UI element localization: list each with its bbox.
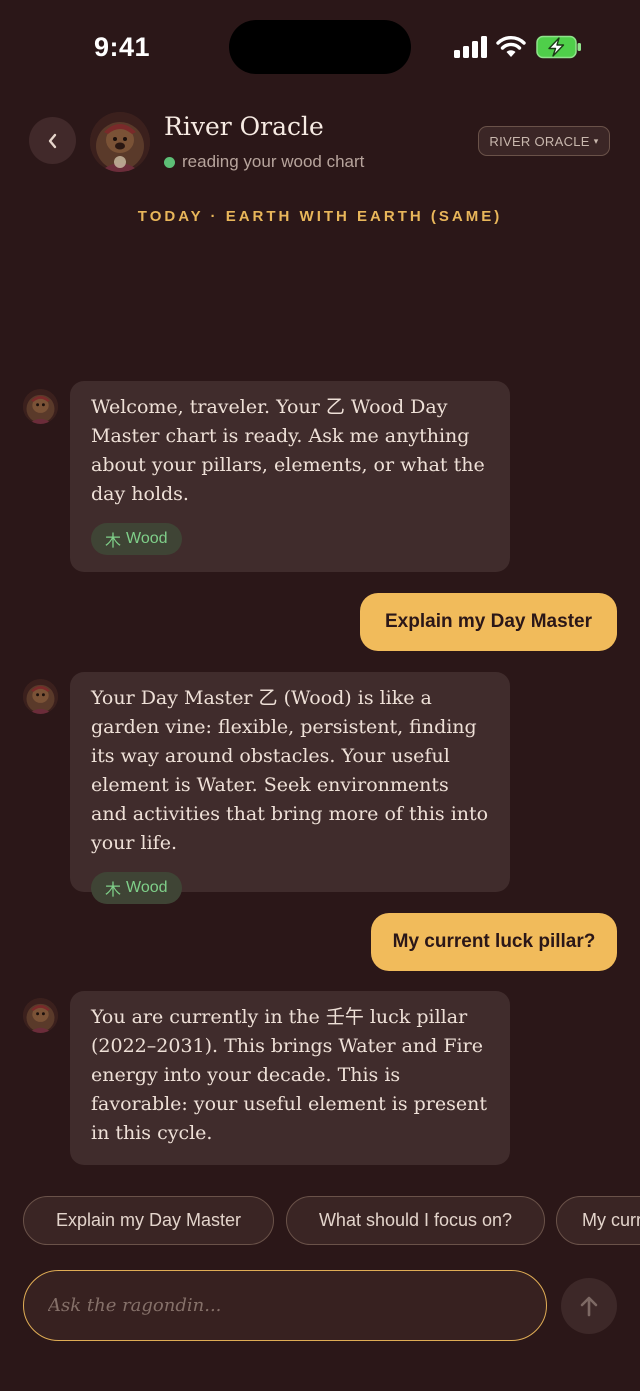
bot-message: You are currently in the 壬午 luck pillar … <box>70 991 510 1165</box>
status-time: 9:41 <box>94 32 151 62</box>
message-input[interactable] <box>23 1270 547 1341</box>
ragondin-portrait-icon <box>90 112 150 172</box>
bot-message: Welcome, traveler. Your 乙 Wood Day Maste… <box>70 381 510 572</box>
element-tag-wood: 木 Wood <box>91 523 182 555</box>
message-avatar <box>23 679 58 714</box>
online-status-dot <box>164 157 175 168</box>
dynamic-island <box>229 20 411 74</box>
arrow-up-icon <box>580 1296 598 1317</box>
chevron-left-icon <box>48 133 56 148</box>
signal-icon <box>454 36 488 58</box>
oracle-status: reading your wood chart <box>182 152 365 171</box>
send-button[interactable] <box>561 1278 617 1334</box>
oracle-name: River Oracle <box>164 112 324 141</box>
message-avatar <box>23 998 58 1033</box>
dropdown-caret-icon: ▾ <box>593 135 599 146</box>
message-text: Your Day Master 乙 (Wood) is like a garde… <box>91 687 489 854</box>
element-tag-label: Wood <box>126 530 168 547</box>
suggestion-chips: Explain my Day Master What should I focu… <box>0 1196 640 1246</box>
user-message: Explain my Day Master <box>360 593 617 651</box>
message-text: You are currently in the 壬午 luck pillar … <box>91 1006 487 1144</box>
battery-charging-icon <box>536 35 581 59</box>
status-bar: 9:41 <box>0 0 640 95</box>
ragondin-portrait-icon <box>23 998 58 1033</box>
ragondin-portrait-icon <box>23 679 58 714</box>
suggestion-chip[interactable]: My current luck pillar? <box>556 1196 640 1245</box>
ragondin-portrait-icon <box>23 389 58 424</box>
wood-glyph: 木 <box>105 533 122 550</box>
bot-message: Your Day Master 乙 (Wood) is like a garde… <box>70 672 510 904</box>
persona-label: RIVER ORACLE <box>489 133 590 149</box>
message-text: Welcome, traveler. Your 乙 Wood Day Maste… <box>91 396 485 505</box>
wifi-icon <box>496 36 526 57</box>
oracle-avatar <box>90 112 150 172</box>
back-button[interactable] <box>29 117 76 164</box>
message-avatar <box>23 389 58 424</box>
suggestion-chip[interactable]: What should I focus on? <box>286 1196 545 1245</box>
suggestion-chip-label: My current luck pillar? <box>582 1210 640 1230</box>
wood-glyph: 木 <box>105 882 122 899</box>
today-banner: TODAY · EARTH WITH EARTH (SAME) <box>137 208 503 225</box>
element-tag-label: Wood <box>126 879 168 896</box>
element-tag-wood: 木 Wood <box>91 872 182 904</box>
user-message: My current luck pillar? <box>371 913 617 971</box>
persona-dropdown[interactable]: RIVER ORACLE ▾ <box>478 126 610 156</box>
suggestion-chip[interactable]: Explain my Day Master <box>23 1196 274 1245</box>
